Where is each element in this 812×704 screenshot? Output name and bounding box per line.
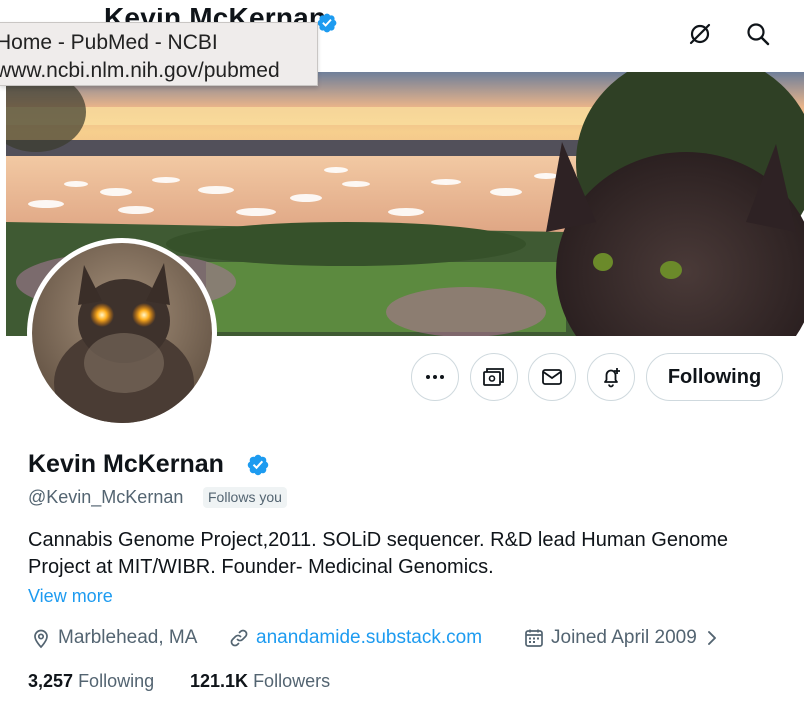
no-translate-icon[interactable]: [686, 20, 714, 48]
message-button[interactable]: [528, 353, 576, 401]
chevron-right-icon: [707, 631, 716, 645]
profile-joined[interactable]: Joined April 2009: [523, 626, 721, 650]
more-button[interactable]: [411, 353, 459, 401]
view-more-link[interactable]: View more: [28, 586, 113, 607]
calendar-icon: [525, 629, 543, 647]
notifications-button[interactable]: [587, 353, 635, 401]
subscribe-icon: [483, 368, 504, 386]
profile-bio: Cannabis Genome Project,2011. SOLiD sequ…: [28, 529, 729, 578]
profile-location: Marblehead, MA: [30, 626, 197, 650]
profile-name: Kevin McKernan: [28, 450, 224, 478]
followers-label: Followers: [253, 671, 331, 691]
website-link[interactable]: anandamide.substack.com: [256, 627, 482, 649]
link-tooltip: Home - PubMed - NCBI www.ncbi.nlm.nih.go…: [0, 22, 318, 86]
more-icon: [426, 375, 444, 379]
following-label: Following: [78, 671, 155, 691]
message-icon: [542, 369, 562, 385]
following-stat[interactable]: 3,257 Following: [28, 671, 154, 692]
follows-you-badge: Follows you: [203, 487, 287, 508]
avatar[interactable]: [27, 238, 217, 428]
notification-bell-icon: [604, 368, 620, 388]
verified-badge-icon: [317, 13, 337, 33]
tooltip-title: Home - PubMed - NCBI: [0, 31, 218, 54]
verified-badge-icon: [247, 454, 269, 476]
location-icon: [34, 629, 48, 649]
following-count: 3,257: [28, 671, 74, 691]
link-icon: [230, 629, 248, 647]
subscribe-button[interactable]: [470, 353, 518, 401]
tooltip-url: www.ncbi.nlm.nih.gov/pubmed: [0, 59, 280, 82]
joined-text: Joined April 2009: [551, 627, 697, 648]
following-button[interactable]: Following: [646, 353, 783, 401]
location-text: Marblehead, MA: [58, 627, 198, 648]
page-edge: [804, 72, 812, 704]
profile-handle: @Kevin_McKernan: [28, 487, 184, 507]
search-icon[interactable]: [744, 20, 772, 48]
followers-stat[interactable]: 121.1K Followers: [190, 671, 330, 692]
followers-count: 121.1K: [190, 671, 249, 691]
profile-website: anandamide.substack.com: [228, 626, 482, 650]
